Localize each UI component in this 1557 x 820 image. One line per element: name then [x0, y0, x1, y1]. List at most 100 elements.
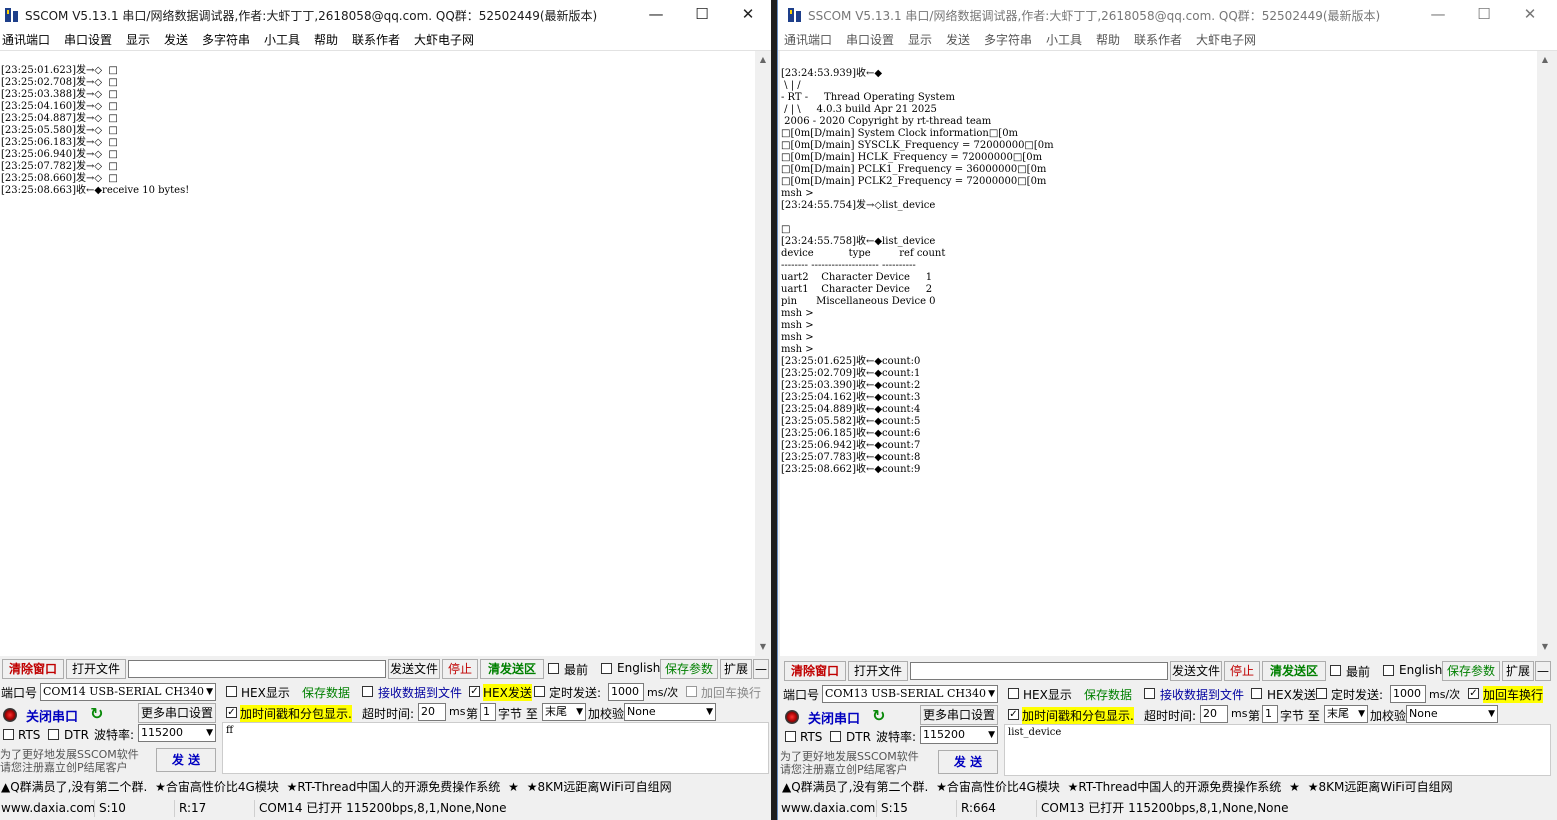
promo-item[interactable]: ★合宙高性价比4G模块: [155, 780, 279, 794]
clear-window-button[interactable]: 清除窗口: [2, 659, 64, 679]
send-input[interactable]: ff: [222, 722, 769, 774]
menu-comm-port[interactable]: 通讯端口: [784, 31, 832, 48]
close-port-button[interactable]: 关闭串口: [808, 708, 860, 727]
hex-send-checkbox[interactable]: ✓: [469, 686, 480, 697]
status-website[interactable]: www.daxia.com: [0, 800, 95, 817]
scroll-up-arrow-icon[interactable]: ▲: [1537, 53, 1553, 67]
status-website[interactable]: www.daxia.com: [780, 800, 875, 817]
menu-display[interactable]: 显示: [908, 31, 932, 48]
minimize-button[interactable]: —: [1415, 0, 1461, 30]
menu-contact-author[interactable]: 联系作者: [352, 31, 400, 48]
menu-serial-settings[interactable]: 串口设置: [846, 31, 894, 48]
promo-item[interactable]: ★8KM远距离WiFi可自组网: [527, 780, 672, 794]
receive-area[interactable]: [23:24:53.939]收←◆ \ | / - RT - Thread Op…: [780, 51, 1553, 656]
promo-item[interactable]: ★RT-Thread中国人的开源免费操作系统: [287, 780, 501, 794]
send-button[interactable]: 发 送: [156, 748, 216, 772]
save-data-button[interactable]: 保存数据: [1084, 686, 1132, 703]
more-port-settings-button[interactable]: 更多串口设置: [138, 703, 216, 723]
baud-select[interactable]: 115200 ▼: [138, 724, 216, 742]
rts-checkbox[interactable]: [785, 731, 796, 742]
add-crlf-checkbox[interactable]: [686, 686, 697, 697]
promo-item[interactable]: ★: [1289, 780, 1300, 794]
rts-checkbox[interactable]: [3, 729, 14, 740]
menu-tools[interactable]: 小工具: [1046, 31, 1082, 48]
byte-end-select[interactable]: 末尾 ▼: [1324, 705, 1368, 723]
minimize-button[interactable]: —: [633, 0, 679, 30]
timestamp-checkbox[interactable]: ✓: [226, 707, 237, 718]
save-params-button[interactable]: 保存参数: [660, 659, 718, 679]
refresh-icon[interactable]: ↻: [872, 708, 888, 724]
file-path-input[interactable]: [910, 662, 1168, 680]
menu-contact-author[interactable]: 联系作者: [1134, 31, 1182, 48]
stop-button[interactable]: 停止: [442, 659, 478, 679]
receive-scrollbar[interactable]: ▲ ▼: [755, 51, 771, 656]
timed-interval-input[interactable]: 1000: [608, 683, 644, 701]
hex-send-checkbox[interactable]: [1251, 688, 1262, 699]
timed-send-checkbox[interactable]: [534, 686, 545, 697]
english-checkbox[interactable]: [601, 663, 612, 674]
scroll-up-arrow-icon[interactable]: ▲: [755, 53, 771, 67]
recv-to-file-checkbox[interactable]: [1144, 688, 1155, 699]
collapse-button[interactable]: —: [1535, 661, 1551, 681]
close-button[interactable]: ✕: [1507, 0, 1553, 30]
clear-send-area-button[interactable]: 清发送区: [1262, 661, 1326, 681]
title-bar[interactable]: SSCOM V5.13.1 串口/网络数据调试器,作者:大虾丁丁,2618058…: [0, 0, 771, 30]
timeout-input[interactable]: 20: [1200, 705, 1228, 723]
port-select[interactable]: COM14 USB-SERIAL CH340 ▼: [40, 683, 216, 701]
checksum-select[interactable]: None ▼: [1406, 705, 1498, 723]
timed-send-checkbox[interactable]: [1316, 688, 1327, 699]
promo-item[interactable]: ▲Q群满员了,没有第二个群.: [782, 780, 928, 794]
send-input[interactable]: list_device: [1004, 724, 1551, 776]
menu-daxia-site[interactable]: 大虾电子网: [1196, 31, 1256, 48]
timeout-input[interactable]: 20: [418, 703, 446, 721]
stop-button[interactable]: 停止: [1224, 661, 1260, 681]
scroll-down-arrow-icon[interactable]: ▼: [1537, 640, 1553, 654]
scroll-down-arrow-icon[interactable]: ▼: [755, 640, 771, 654]
menu-send[interactable]: 发送: [946, 31, 970, 48]
menu-comm-port[interactable]: 通讯端口: [2, 31, 50, 48]
hex-display-checkbox[interactable]: [1008, 688, 1019, 699]
menu-daxia-site[interactable]: 大虾电子网: [414, 31, 474, 48]
menu-help[interactable]: 帮助: [1096, 31, 1120, 48]
menu-tools[interactable]: 小工具: [264, 31, 300, 48]
open-file-button[interactable]: 打开文件: [66, 659, 126, 679]
promo-item[interactable]: ★合宙高性价比4G模块: [936, 780, 1060, 794]
file-path-input[interactable]: [128, 660, 386, 678]
send-file-button[interactable]: 发送文件: [388, 659, 440, 679]
dtr-checkbox[interactable]: [830, 731, 841, 742]
save-data-button[interactable]: 保存数据: [302, 684, 350, 701]
receive-area[interactable]: [23:25:01.623]发→◇ □ [23:25:02.708]发→◇ □ …: [0, 51, 771, 656]
clear-send-area-button[interactable]: 清发送区: [480, 659, 544, 679]
baud-select[interactable]: 115200 ▼: [920, 726, 998, 744]
menu-multi-string[interactable]: 多字符串: [202, 31, 250, 48]
expand-button[interactable]: 扩展: [1502, 661, 1534, 681]
topmost-checkbox[interactable]: [548, 663, 559, 674]
maximize-button[interactable]: ☐: [679, 0, 725, 30]
english-checkbox[interactable]: [1383, 665, 1394, 676]
checksum-select[interactable]: None ▼: [624, 703, 716, 721]
save-params-button[interactable]: 保存参数: [1442, 661, 1500, 681]
hex-display-checkbox[interactable]: [226, 686, 237, 697]
promo-item[interactable]: ★: [508, 780, 519, 794]
menu-serial-settings[interactable]: 串口设置: [64, 31, 112, 48]
collapse-button[interactable]: —: [753, 659, 769, 679]
timed-interval-input[interactable]: 1000: [1390, 685, 1426, 703]
byte-index-input[interactable]: 1: [1262, 705, 1278, 723]
send-button[interactable]: 发 送: [938, 750, 998, 774]
menu-send[interactable]: 发送: [164, 31, 188, 48]
menu-display[interactable]: 显示: [126, 31, 150, 48]
clear-window-button[interactable]: 清除窗口: [784, 661, 846, 681]
add-crlf-checkbox[interactable]: ✓: [1468, 688, 1479, 699]
open-file-button[interactable]: 打开文件: [848, 661, 908, 681]
menu-help[interactable]: 帮助: [314, 31, 338, 48]
close-port-button[interactable]: 关闭串口: [26, 706, 78, 725]
promo-item[interactable]: ▲Q群满员了,没有第二个群.: [1, 780, 147, 794]
title-bar[interactable]: SSCOM V5.13.1 串口/网络数据调试器,作者:大虾丁丁,2618058…: [778, 0, 1557, 30]
byte-end-select[interactable]: 末尾 ▼: [542, 703, 586, 721]
menu-multi-string[interactable]: 多字符串: [984, 31, 1032, 48]
dtr-checkbox[interactable]: [48, 729, 59, 740]
port-select[interactable]: COM13 USB-SERIAL CH340 ▼: [822, 685, 998, 703]
promo-item[interactable]: ★RT-Thread中国人的开源免费操作系统: [1068, 780, 1282, 794]
send-file-button[interactable]: 发送文件: [1170, 661, 1222, 681]
recv-to-file-checkbox[interactable]: [362, 686, 373, 697]
